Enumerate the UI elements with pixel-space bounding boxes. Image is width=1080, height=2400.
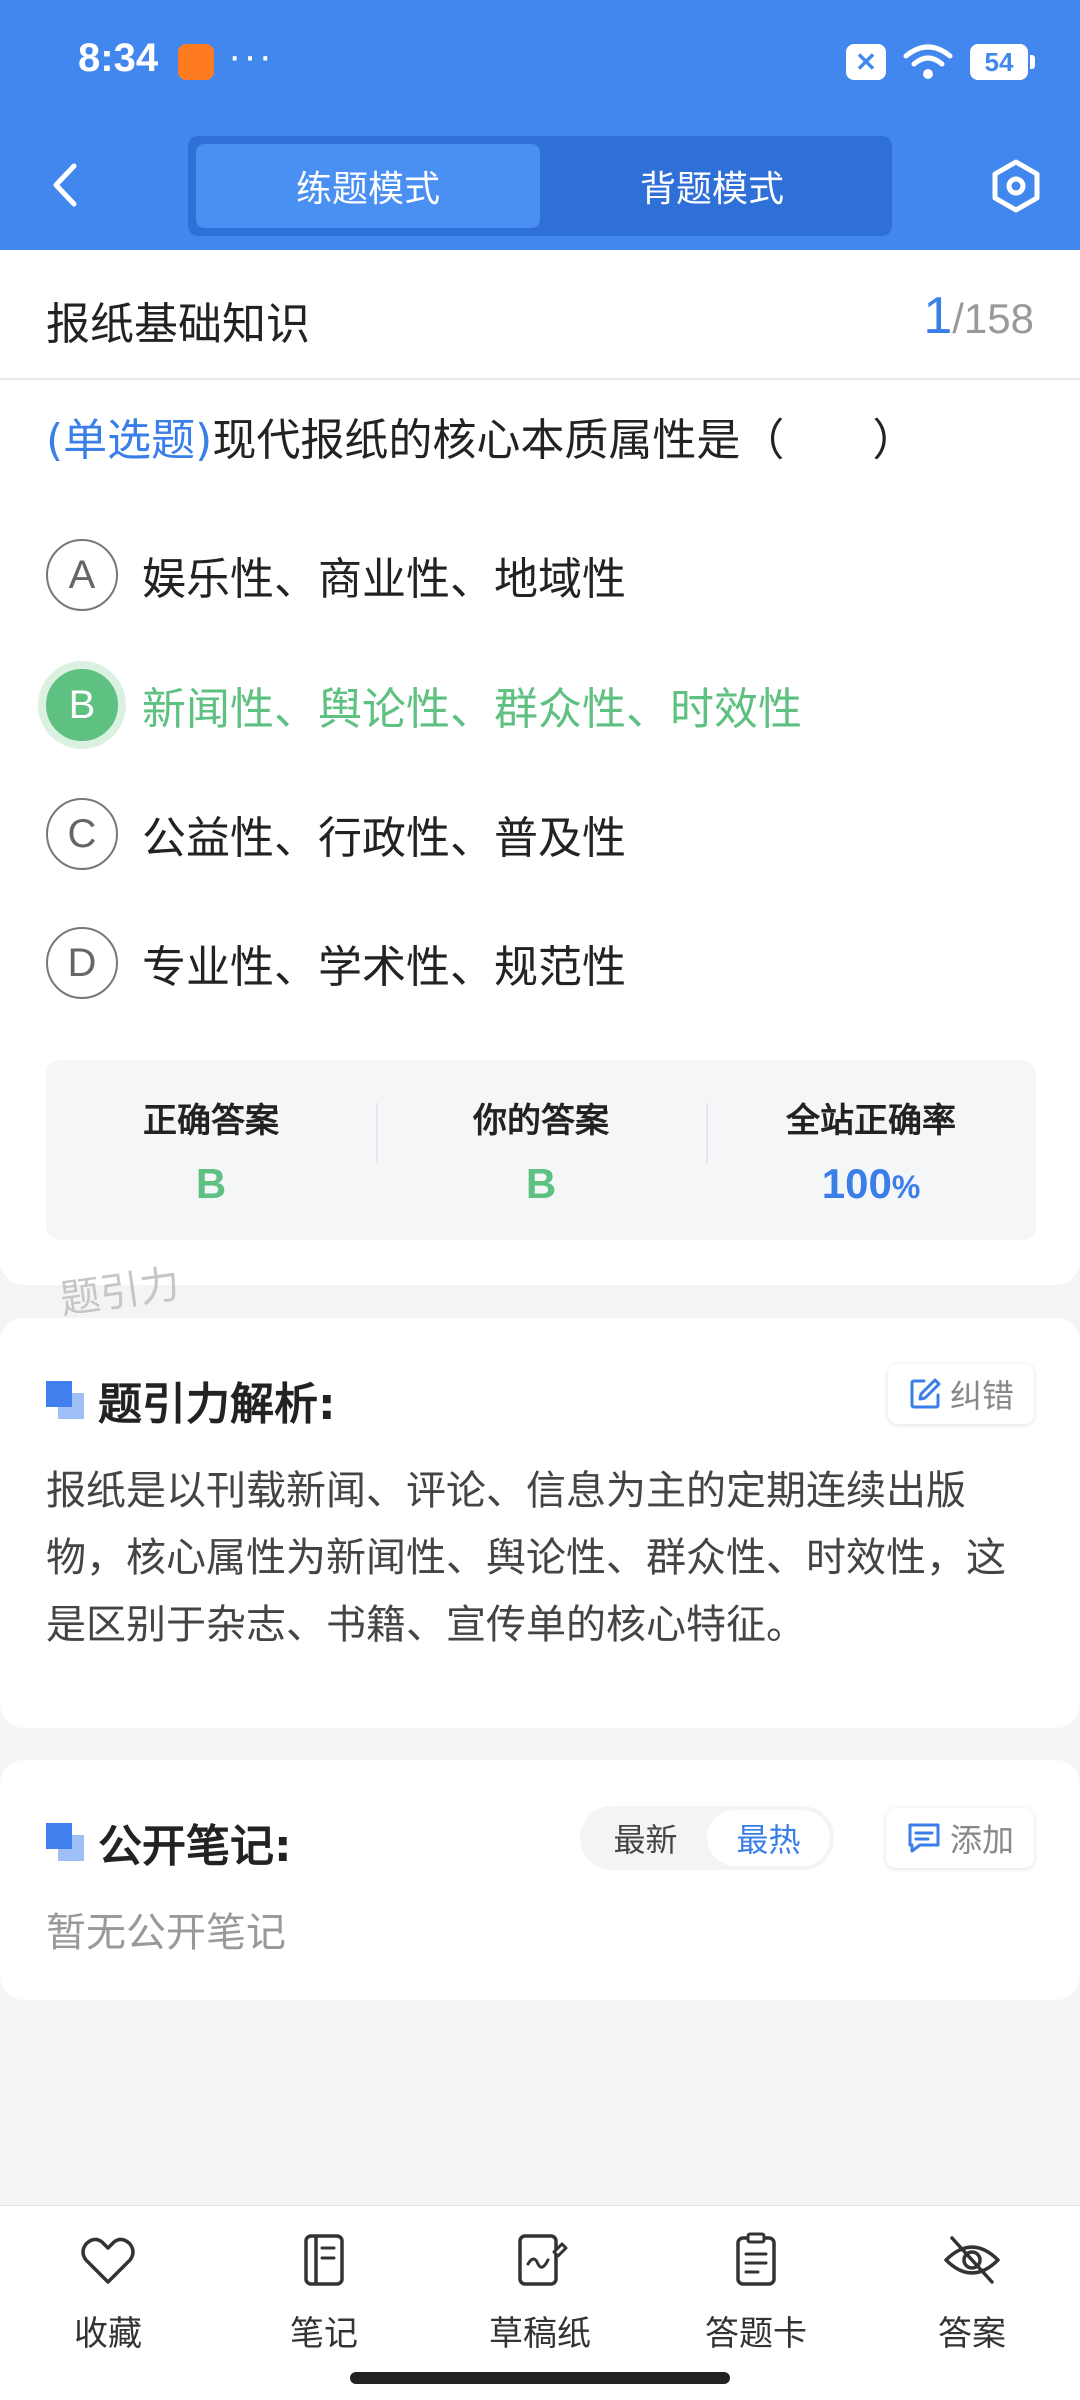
option-d[interactable]: D 专业性、学术性、规范性 bbox=[46, 923, 1036, 1003]
total-questions: /158 bbox=[952, 295, 1034, 342]
question-text: (单选题)现代报纸的核心本质属性是（ ） bbox=[46, 410, 1036, 472]
option-text: 专业性、学术性、规范性 bbox=[142, 942, 626, 993]
stat-value: B bbox=[195, 1159, 227, 1207]
current-question-number: 1 bbox=[923, 287, 953, 345]
stat-site-accuracy: 全站正确率 100% bbox=[706, 1093, 1036, 1208]
empty-notes-text: 暂无公开笔记 bbox=[46, 1910, 286, 1956]
stat-label: 你的答案 bbox=[473, 1100, 609, 1141]
draft-paper-icon bbox=[518, 2234, 568, 2286]
battery-icon: 54 bbox=[970, 44, 1035, 80]
question-body: 现代报纸的核心本质属性是（ ） bbox=[212, 415, 917, 466]
add-note-label: 添加 bbox=[949, 1821, 1014, 1859]
analysis-text: 报纸是以刊载新闻、评论、信息为主的定期连续出版物，核心属性为新闻性、舆论性、群众… bbox=[46, 1468, 1006, 1649]
notes-sort-toggle: 最新 最热 bbox=[580, 1806, 834, 1870]
option-a[interactable]: A 娱乐性、商业性、地域性 bbox=[46, 535, 1036, 615]
option-letter: C bbox=[46, 798, 118, 870]
tab-practice-mode[interactable]: 练题模式 bbox=[196, 144, 540, 228]
notes-title: 公开笔记: bbox=[98, 1821, 292, 1872]
stat-value: B bbox=[525, 1159, 557, 1207]
status-bar: 8:34 ··· ✕ 54 bbox=[0, 0, 1080, 125]
mode-toggle: 练题模式 背题模式 bbox=[188, 136, 892, 236]
nav-label: 草稿纸 bbox=[489, 2314, 591, 2354]
sort-tab-hottest[interactable]: 最热 bbox=[707, 1810, 830, 1866]
analysis-title: 题引力解析: bbox=[98, 1379, 336, 1430]
edit-icon bbox=[910, 1378, 941, 1409]
stat-label: 全站正确率 bbox=[786, 1100, 956, 1141]
option-b[interactable]: B 新闻性、舆论性、群众性、时效性 bbox=[46, 665, 1036, 745]
report-error-label: 纠错 bbox=[949, 1377, 1014, 1415]
bottom-nav: 收藏 笔记 草稿纸 答题卡 答案 bbox=[0, 2205, 1080, 2400]
notes-header: 公开笔记: bbox=[46, 1810, 292, 1874]
nav-answer-sheet[interactable]: 答题卡 bbox=[676, 2230, 836, 2355]
stat-your-answer: 你的答案 B bbox=[376, 1093, 706, 1208]
wifi-icon bbox=[903, 44, 953, 79]
option-c[interactable]: C 公益性、行政性、普及性 bbox=[46, 794, 1036, 874]
topic-title: 报纸基础知识 bbox=[46, 299, 310, 350]
accuracy-unit: % bbox=[891, 1168, 921, 1205]
nav-notes[interactable]: 笔记 bbox=[244, 2230, 404, 2355]
analysis-header: 题引力解析: bbox=[46, 1368, 336, 1432]
settings-icon[interactable] bbox=[988, 158, 1044, 214]
option-text: 娱乐性、商业性、地域性 bbox=[142, 554, 626, 605]
option-text: 新闻性、舆论性、群众性、时效性 bbox=[142, 684, 802, 735]
notebook-icon bbox=[304, 2234, 344, 2286]
back-icon[interactable] bbox=[46, 162, 86, 208]
question-counter: 1/158 bbox=[923, 286, 1034, 346]
option-letter: B bbox=[46, 669, 118, 741]
nav-label: 答题卡 bbox=[705, 2314, 807, 2354]
heart-icon bbox=[81, 2237, 135, 2284]
notes-card: 公开笔记: 最新 最热 添加 暂无公开笔记 bbox=[0, 1760, 1080, 2000]
home-indicator[interactable] bbox=[350, 2372, 730, 2384]
header: 8:34 ··· ✕ 54 练题模式 背题模式 bbox=[0, 0, 1080, 250]
sort-tab-newest[interactable]: 最新 bbox=[584, 1810, 707, 1866]
tab-memorize-mode[interactable]: 背题模式 bbox=[540, 144, 884, 228]
option-letter: D bbox=[46, 927, 118, 999]
accuracy-number: 100 bbox=[821, 1159, 892, 1207]
report-error-button[interactable]: 纠错 bbox=[887, 1364, 1034, 1424]
nav-label: 答案 bbox=[938, 2314, 1006, 2354]
question-card: 报纸基础知识 1/158 (单选题)现代报纸的核心本质属性是（ ） A 娱乐性、… bbox=[0, 250, 1080, 1285]
comment-icon bbox=[908, 1823, 940, 1853]
app-notification-icon bbox=[178, 44, 214, 80]
nav-label: 笔记 bbox=[290, 2314, 358, 2354]
stat-label: 正确答案 bbox=[143, 1100, 279, 1141]
no-sim-icon: ✕ bbox=[846, 44, 886, 80]
status-time: 8:34 bbox=[78, 36, 159, 80]
stat-correct-answer: 正确答案 B bbox=[46, 1093, 376, 1208]
question-type: (单选题) bbox=[46, 415, 213, 466]
answer-stats: 正确答案 B 你的答案 B 全站正确率 100% bbox=[46, 1060, 1036, 1240]
stat-value: 100% bbox=[706, 1160, 1036, 1208]
nav-draft-paper[interactable]: 草稿纸 bbox=[460, 2230, 620, 2355]
analysis-card: 题引力解析: 纠错 报纸是以刊载新闻、评论、信息为主的定期连续出版物，核心属性为… bbox=[0, 1318, 1080, 1728]
section-squares-icon bbox=[46, 1823, 84, 1861]
section-squares-icon bbox=[46, 1381, 84, 1419]
answer-sheet-icon bbox=[736, 2232, 776, 2286]
nav-answer[interactable]: 答案 bbox=[892, 2230, 1052, 2355]
nav-favorite[interactable]: 收藏 bbox=[28, 2230, 188, 2355]
option-text: 公益性、行政性、普及性 bbox=[142, 813, 626, 864]
eye-off-icon bbox=[944, 2236, 1000, 2284]
topic-row: 报纸基础知识 1/158 bbox=[0, 250, 1080, 380]
option-letter: A bbox=[46, 539, 118, 611]
nav-label: 收藏 bbox=[74, 2314, 142, 2354]
add-note-button[interactable]: 添加 bbox=[885, 1808, 1034, 1868]
status-icons: ✕ 54 bbox=[846, 42, 1035, 82]
more-notifications-icon: ··· bbox=[228, 34, 274, 78]
